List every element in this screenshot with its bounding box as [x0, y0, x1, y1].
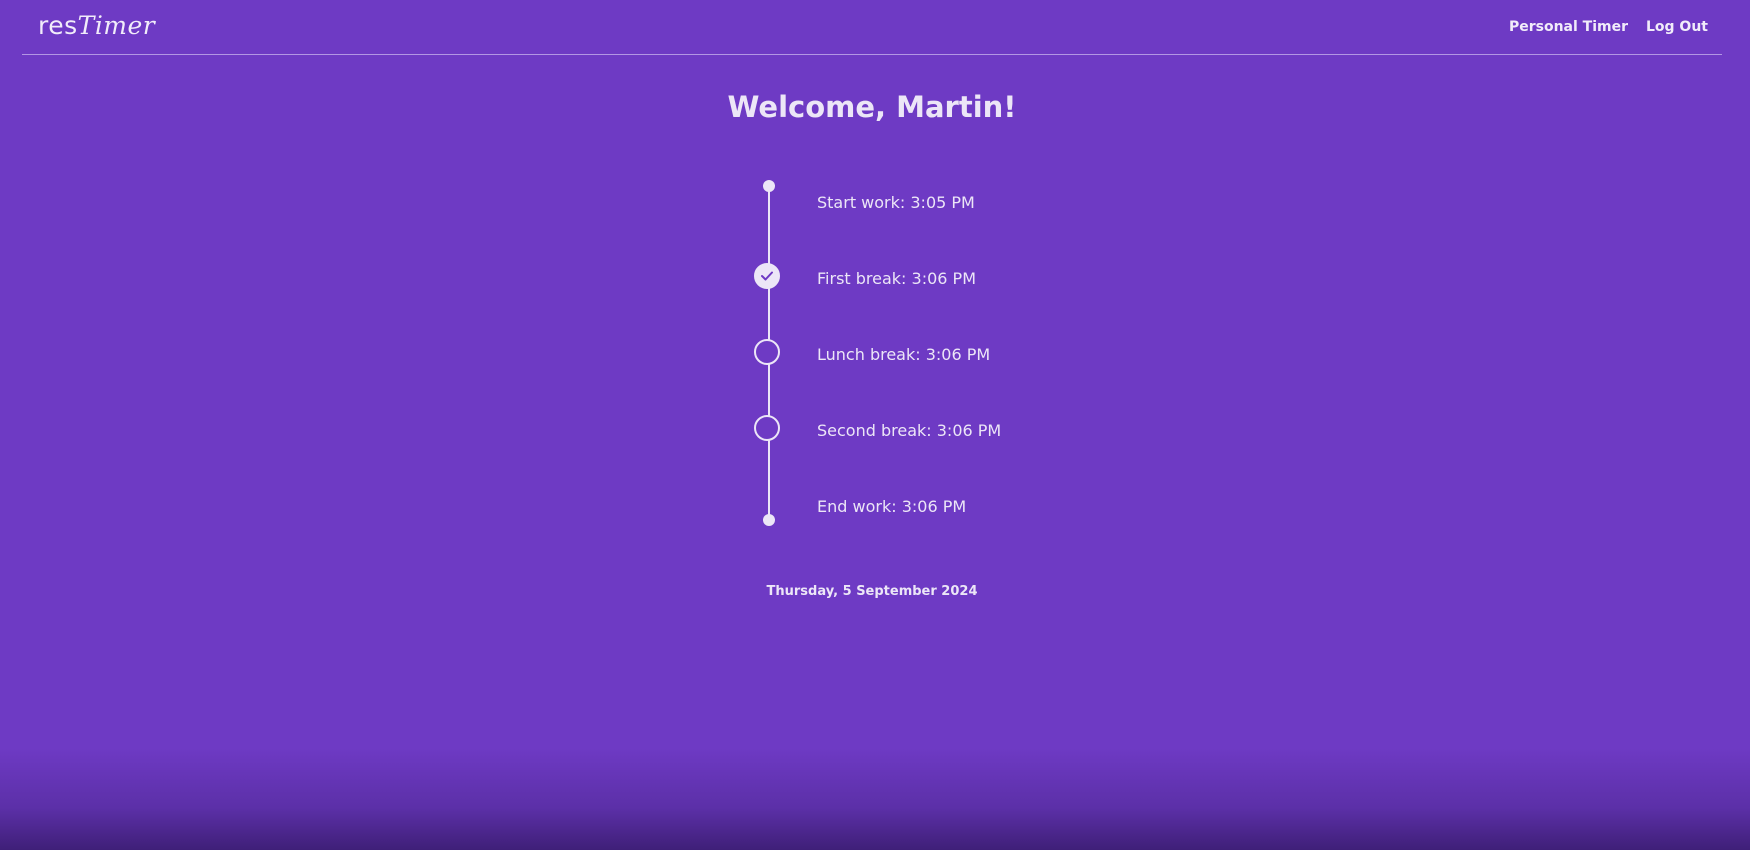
brand-logo[interactable]: resTimer [38, 11, 155, 40]
timeline-label-second-break: Second break: 3:06 PM [817, 421, 1002, 440]
timeline-label-first-break: First break: 3:06 PM [817, 269, 976, 288]
top-navbar: resTimer Personal Timer Log Out [22, 0, 1722, 55]
work-timeline: Start work: 3:05 PM First break: 3:06 PM… [754, 180, 1154, 530]
start-dot-icon [763, 180, 775, 192]
end-dot-icon [763, 514, 775, 526]
timeline-label-end-work: End work: 3:06 PM [817, 497, 967, 516]
nav-links: Personal Timer Log Out [1509, 19, 1708, 35]
check-icon [761, 271, 773, 281]
current-date: Thursday, 5 September 2024 [766, 584, 978, 599]
brand-prefix: res [38, 11, 78, 40]
second-break-circle-icon[interactable] [754, 415, 780, 441]
personal-timer-link[interactable]: Personal Timer [1509, 19, 1628, 35]
page-title: Welcome, Martin! [727, 90, 1017, 124]
first-break-check-icon[interactable] [754, 263, 780, 289]
timeline-label-start-work: Start work: 3:05 PM [817, 193, 975, 212]
timeline-label-lunch-break: Lunch break: 3:06 PM [817, 345, 991, 364]
brand-suffix: Timer [77, 11, 156, 40]
log-out-link[interactable]: Log Out [1646, 19, 1708, 35]
lunch-break-circle-icon[interactable] [754, 339, 780, 365]
